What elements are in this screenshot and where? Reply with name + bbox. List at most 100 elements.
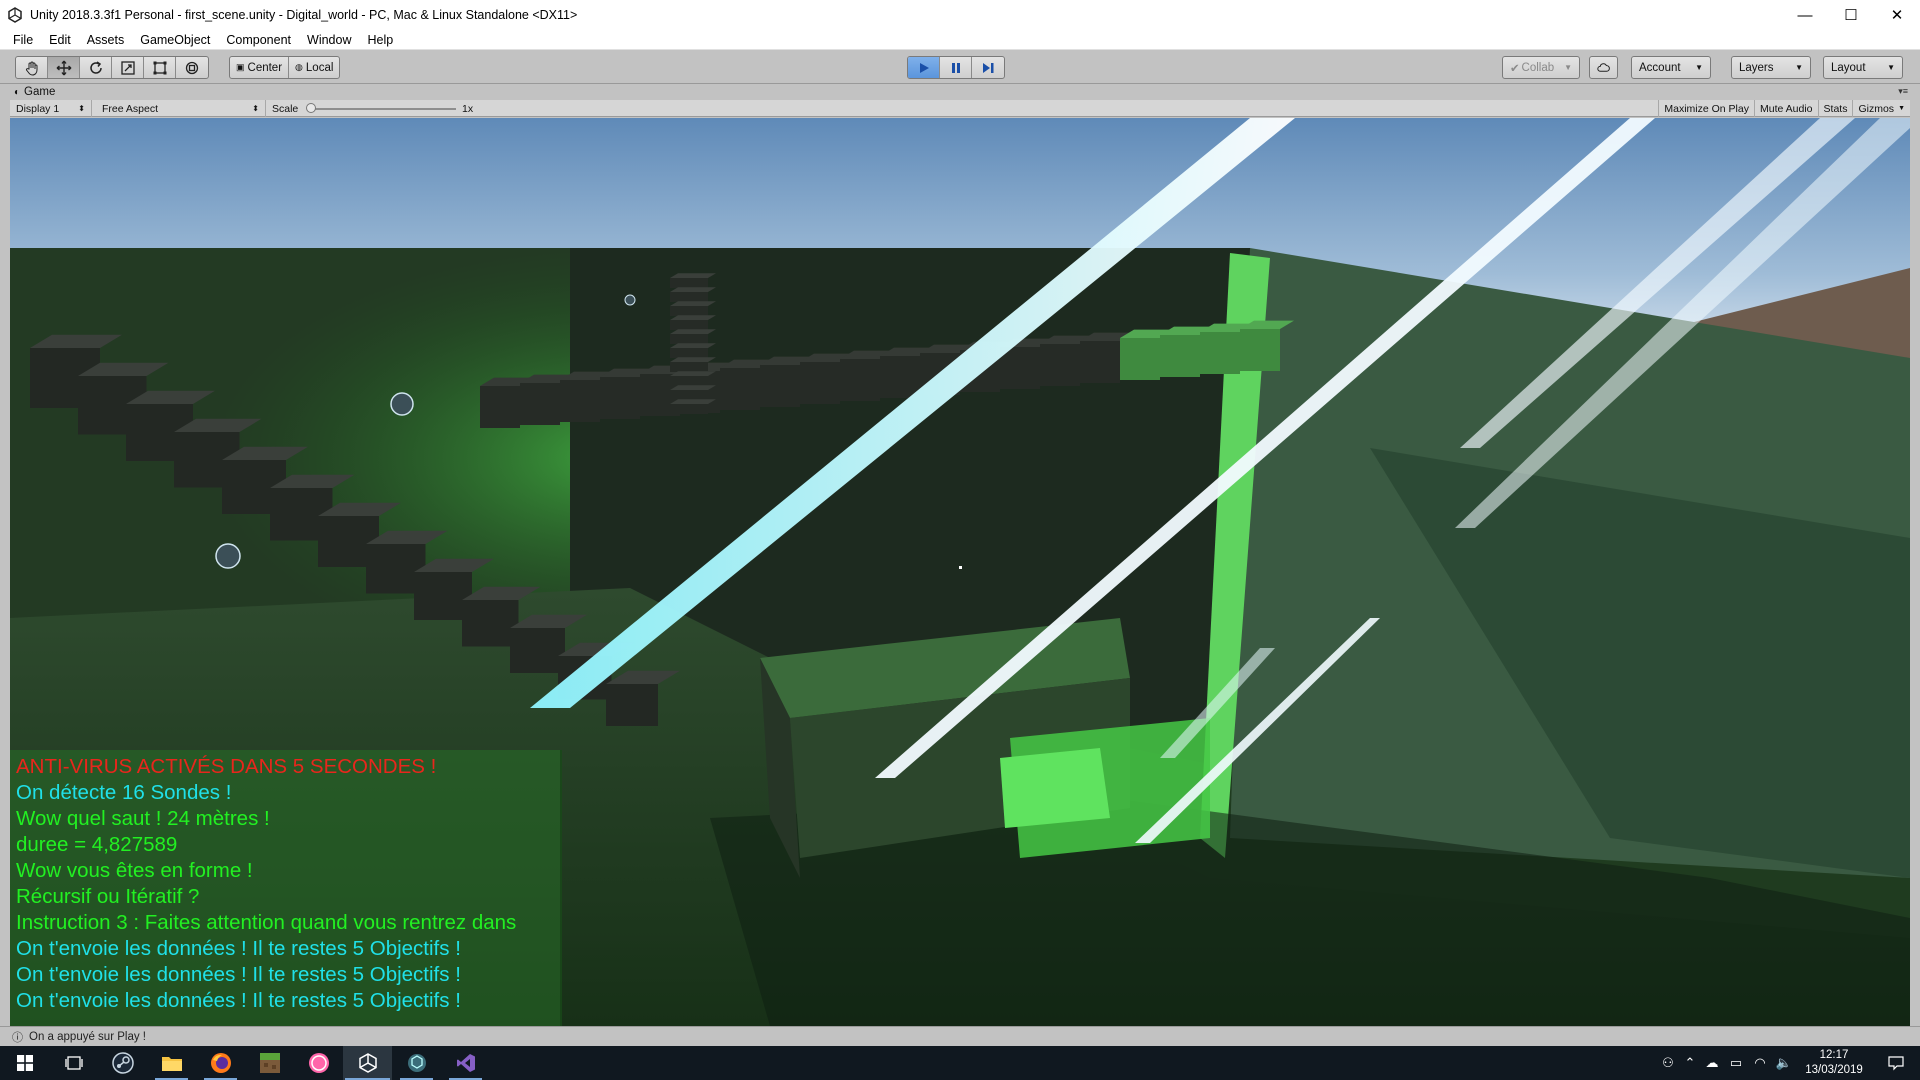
collab-dropdown[interactable]: ✔ Collab ▼ <box>1502 56 1580 79</box>
firefox-button[interactable] <box>196 1046 245 1080</box>
stats-button[interactable]: Stats <box>1817 100 1853 117</box>
scene-block <box>670 306 708 316</box>
steam-icon <box>111 1052 134 1074</box>
game-tab-header: ◐ Game ▾≡ <box>10 84 1910 100</box>
scale-value: 1x <box>462 102 474 115</box>
debug-message: On t'envoie les données ! Il te restes 5… <box>16 937 461 960</box>
game-tab-icon: ◐ <box>14 86 21 98</box>
debug-message: duree = 4,827589 <box>16 833 178 856</box>
transform-icon <box>185 61 199 74</box>
scene-block <box>670 334 708 344</box>
people-icon[interactable]: ⚇ <box>1656 1046 1680 1080</box>
step-button[interactable] <box>972 57 1004 78</box>
play-button[interactable] <box>908 57 940 78</box>
rect-icon <box>153 61 166 74</box>
unity-editor-button[interactable] <box>343 1046 392 1080</box>
pivot-center-button[interactable]: ▣ Center <box>230 57 290 78</box>
rotate-tool-button[interactable] <box>80 57 112 78</box>
scene-block <box>560 380 600 422</box>
scene-block <box>670 399 716 404</box>
aspect-select[interactable]: Free Aspect ⬍ <box>96 100 266 117</box>
menu-bar: File Edit Assets GameObject Component Wi… <box>0 30 1920 50</box>
mute-audio-button[interactable]: Mute Audio <box>1753 100 1818 117</box>
green-glow-blocks-front <box>1000 748 1110 828</box>
minimize-button[interactable]: — <box>1782 0 1828 30</box>
scene-block <box>670 362 708 372</box>
action-center-button[interactable] <box>1872 1046 1920 1080</box>
close-button[interactable]: ✕ <box>1874 0 1920 30</box>
steam-button[interactable] <box>98 1046 147 1080</box>
game-view-controls: Display 1 ⬍ Free Aspect ⬍ Scale 1x Maxim… <box>10 100 1910 117</box>
rotate-icon <box>89 60 102 74</box>
debug-message: ANTI-VIRUS ACTIVÉS DANS 5 SECONDES ! <box>16 755 437 778</box>
scene-block <box>720 368 760 410</box>
minecraft-button[interactable] <box>245 1046 294 1080</box>
info-icon: ⓘ <box>12 1031 23 1044</box>
account-dropdown[interactable]: Account ▼ <box>1631 56 1711 79</box>
file-explorer-button[interactable] <box>147 1046 196 1080</box>
menu-help[interactable]: Help <box>359 33 401 47</box>
layout-label: Layout <box>1831 61 1866 74</box>
wifi-icon[interactable]: ◠ <box>1748 1046 1772 1080</box>
menu-assets[interactable]: Assets <box>79 33 133 47</box>
scene-block <box>670 348 708 358</box>
volume-icon[interactable]: 🔈 <box>1772 1046 1796 1080</box>
debug-message: Wow quel saut ! 24 mètres ! <box>16 807 270 830</box>
probe-sphere <box>624 294 636 306</box>
maximize-on-play-button[interactable]: Maximize On Play <box>1658 100 1754 117</box>
menu-window[interactable]: Window <box>299 33 359 47</box>
status-bar[interactable]: ⓘ On a appuyé sur Play ! <box>0 1026 1920 1046</box>
probe-sphere <box>215 543 241 569</box>
start-button[interactable] <box>0 1046 49 1080</box>
scene-block <box>1160 335 1200 377</box>
window-title: Unity 2018.3.3f1 Personal - first_scene.… <box>30 8 578 22</box>
battery-icon[interactable]: ▭ <box>1724 1046 1748 1080</box>
scene-block <box>670 329 716 334</box>
menu-edit[interactable]: Edit <box>41 33 79 47</box>
scale-tool-button[interactable] <box>112 57 144 78</box>
menu-gameobject[interactable]: GameObject <box>132 33 218 47</box>
layers-dropdown[interactable]: Layers ▼ <box>1731 56 1811 79</box>
cloud-button[interactable] <box>1589 56 1618 79</box>
scene-block <box>1040 344 1080 386</box>
debug-message: On t'envoie les données ! Il te restes 5… <box>16 989 461 1012</box>
crosshair <box>959 566 962 569</box>
chevron-down-icon: ▼ <box>1898 105 1905 112</box>
menu-file[interactable]: File <box>5 33 41 47</box>
clock[interactable]: 12:17 13/03/2019 <box>1796 1048 1872 1078</box>
menu-component[interactable]: Component <box>218 33 299 47</box>
pause-button[interactable] <box>940 57 972 78</box>
status-text: On a appuyé sur Play ! <box>29 1030 146 1043</box>
display-select[interactable]: Display 1 ⬍ <box>10 100 92 117</box>
windows-taskbar: ⚇ ⌃ ☁ ▭ ◠ 🔈 12:17 13/03/2019 <box>0 1046 1920 1080</box>
pivot-local-button[interactable]: ◍ Local <box>289 57 339 78</box>
transform-tool-button[interactable] <box>176 57 208 78</box>
scene-block <box>670 376 708 386</box>
task-view-button[interactable] <box>49 1046 98 1080</box>
scale-slider-track[interactable] <box>310 108 456 110</box>
main-toolbar: ▣ Center ◍ Local ✔ Collab ▼ Account ▼ La… <box>0 51 1920 84</box>
layout-dropdown[interactable]: Layout ▼ <box>1823 56 1903 79</box>
pivot-toggles: ▣ Center ◍ Local <box>229 56 341 79</box>
show-hidden-icons-icon[interactable]: ⌃ <box>1680 1046 1700 1080</box>
debug-message: Récursif ou Itératif ? <box>16 885 200 908</box>
move-tool-button[interactable] <box>48 57 80 78</box>
pivot-local-label: Local <box>305 61 334 74</box>
gizmos-button[interactable]: Gizmos ▼ <box>1852 100 1910 117</box>
step-icon <box>983 62 994 73</box>
scene-block <box>670 343 716 348</box>
scene-block <box>670 371 716 376</box>
unity-hub-button[interactable] <box>392 1046 441 1080</box>
maximize-button[interactable]: ☐ <box>1828 0 1874 30</box>
onedrive-icon[interactable]: ☁ <box>1700 1046 1724 1080</box>
tab-menu-icon[interactable]: ▾≡ <box>1898 86 1908 97</box>
pivot-center-label: Center <box>247 61 283 74</box>
tab-game[interactable]: ◐ Game <box>14 84 55 100</box>
rect-tool-button[interactable] <box>144 57 176 78</box>
hand-tool-button[interactable] <box>16 57 48 78</box>
debug-message: On détecte 16 Sondes ! <box>16 781 232 804</box>
scale-slider-thumb[interactable] <box>306 103 316 113</box>
scene-block <box>1080 341 1120 383</box>
osu-button[interactable] <box>294 1046 343 1080</box>
visual-studio-button[interactable] <box>441 1046 490 1080</box>
